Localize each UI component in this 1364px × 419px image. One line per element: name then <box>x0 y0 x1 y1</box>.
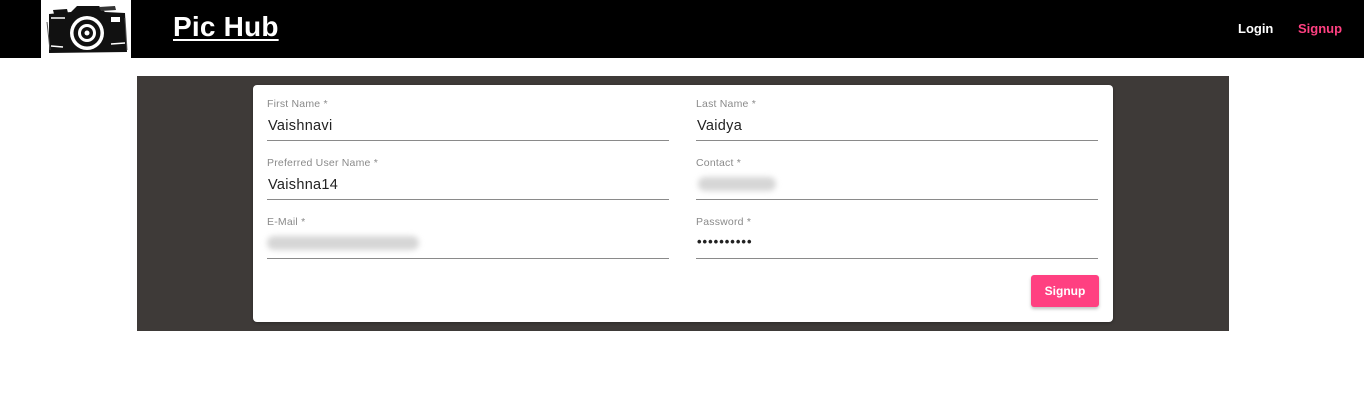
email-field: E-Mail * <box>267 216 669 262</box>
email-value-blurred[interactable] <box>267 236 419 250</box>
camera-icon[interactable] <box>41 0 131 58</box>
email-underline <box>267 258 669 259</box>
first-name-underline <box>267 140 669 141</box>
first-name-input[interactable] <box>268 115 666 137</box>
password-underline <box>696 258 1098 259</box>
contact-underline <box>696 199 1098 200</box>
signup-link[interactable]: Signup <box>1298 21 1342 36</box>
last-name-input[interactable] <box>697 115 1095 137</box>
last-name-field: Last Name * <box>696 98 1098 144</box>
username-underline <box>267 199 669 200</box>
username-field: Preferred User Name * <box>267 157 669 203</box>
contact-label: Contact * <box>696 157 741 169</box>
brand-title[interactable]: Pic Hub <box>173 11 279 43</box>
username-input[interactable] <box>268 174 666 196</box>
contact-field: Contact * <box>696 157 1098 203</box>
last-name-underline <box>696 140 1098 141</box>
password-input[interactable]: •••••••••• <box>697 234 753 249</box>
contact-value-blurred[interactable] <box>698 177 776 191</box>
username-label: Preferred User Name * <box>267 157 378 169</box>
top-navbar: Pic Hub Login Signup <box>0 0 1364 58</box>
login-link[interactable]: Login <box>1238 21 1273 36</box>
signup-form-card: First Name * Last Name * Preferred User … <box>253 85 1113 322</box>
email-label: E-Mail * <box>267 216 306 228</box>
password-label: Password * <box>696 216 752 228</box>
password-field: Password * •••••••••• <box>696 216 1098 262</box>
last-name-label: Last Name * <box>696 98 756 110</box>
first-name-label: First Name * <box>267 98 328 110</box>
signup-submit-button[interactable]: Signup <box>1031 275 1099 307</box>
first-name-field: First Name * <box>267 98 669 144</box>
